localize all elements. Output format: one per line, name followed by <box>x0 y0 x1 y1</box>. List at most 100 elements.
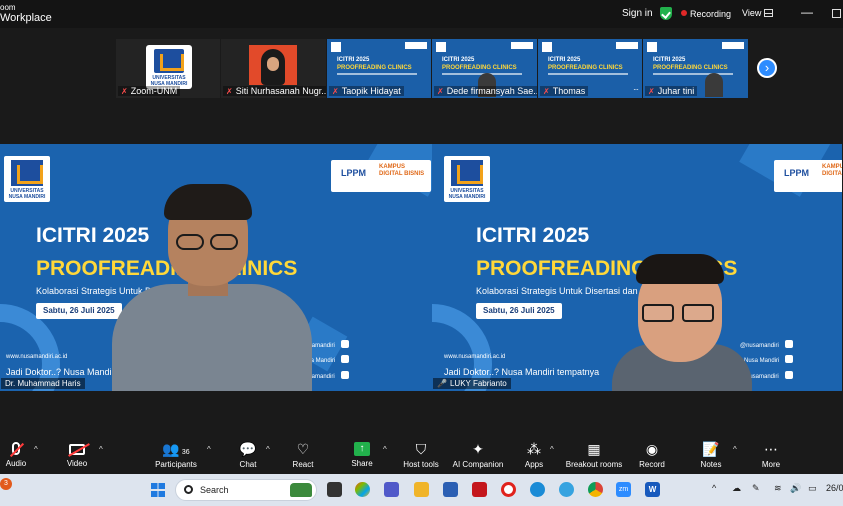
university-logo: UNIVERSITAS NUSA MANDIRI <box>4 156 50 202</box>
participant-tile[interactable]: ICITRI 2025 PROOFREADING CLINICS ✗ Thomas… <box>538 39 642 98</box>
x-icon <box>340 371 349 379</box>
participant-tile[interactable]: ✗ Siti Nurhasanah Nugr... <box>221 39 326 98</box>
participant-name: Dr. Muhammad Haris <box>1 378 85 389</box>
muted-mic-icon: ✗ <box>332 87 339 96</box>
app-name: oom Workplace <box>0 3 52 24</box>
lppm-badge: LPPM KAMPUS DIGITAL BISNIS <box>331 160 431 192</box>
participant-tile[interactable]: ICITRI 2025 PROOFREADING CLINICS ✗ Taopik… <box>327 39 431 98</box>
unm-logo-mark <box>11 160 43 186</box>
next-page-arrow-button[interactable]: › <box>757 58 777 78</box>
recording-dot-icon <box>681 10 687 16</box>
participant-tile[interactable]: ICITRI 2025 PROOFREADING CLINICS ✗ Dede f… <box>432 39 537 98</box>
search-highlight-icon <box>290 483 312 497</box>
more-options-icon[interactable]: ··· <box>633 85 639 94</box>
encryption-shield-icon[interactable] <box>660 7 672 20</box>
search-icon <box>184 485 193 494</box>
grid-view-icon <box>764 9 774 17</box>
participant-video <box>705 73 723 97</box>
zoom-app-icon[interactable]: zm <box>616 482 631 497</box>
volume-icon[interactable]: 🔊 <box>790 483 801 494</box>
slide-badge <box>616 42 638 49</box>
event-date: Sabtu, 26 Juli 2025 <box>36 303 122 319</box>
muted-mic-icon: ✗ <box>648 87 655 96</box>
participant-name: ✗ Dede firmansyah Sae... <box>434 86 537 96</box>
participant-name: ✗ Siti Nurhasanah Nugr... <box>223 86 326 96</box>
participant-tile[interactable]: UNIVERSITAS NUSA MANDIRI ✗ Zoom-UNM <box>116 39 220 98</box>
title-bar: oom Workplace Sign in Recording View — <box>0 0 843 28</box>
participant-name: ✗ Zoom-UNM <box>118 86 181 96</box>
edge-icon[interactable] <box>530 482 545 497</box>
file-explorer-icon[interactable] <box>414 482 429 497</box>
more-button[interactable]: ⋯ More <box>731 435 811 469</box>
windows-start-icon[interactable] <box>151 483 165 497</box>
university-logo: UNIVERSITAS NUSA MANDIRI <box>444 156 490 202</box>
slide-logo-icon <box>331 42 341 52</box>
taskbar-search-box[interactable]: Search <box>175 479 317 501</box>
university-logo: UNIVERSITAS NUSA MANDIRI <box>146 45 192 89</box>
speaker-video-right[interactable]: UNIVERSITAS NUSA MANDIRI LPPM KAMPUS DIG… <box>432 144 842 391</box>
participant-name: ✗ Juhar tini <box>645 86 698 96</box>
video-button[interactable]: Video <box>37 435 117 468</box>
instagram-icon <box>784 340 793 348</box>
facebook-icon <box>341 355 350 363</box>
minimize-button[interactable]: — <box>801 5 813 19</box>
opera-icon[interactable] <box>501 482 516 497</box>
video-options-caret[interactable]: ^ <box>99 445 103 454</box>
facebook-icon <box>785 355 794 363</box>
event-date: Sabtu, 26 Juli 2025 <box>476 303 562 319</box>
speaker-video-feed <box>612 254 752 391</box>
muted-mic-icon: ✗ <box>121 87 128 96</box>
clock-date[interactable]: 26/0 <box>826 483 843 493</box>
maximize-button[interactable] <box>832 9 841 18</box>
wifi-icon[interactable]: ≋ <box>774 483 782 494</box>
muted-mic-icon: ✗ <box>437 87 444 96</box>
cloud-tray-icon[interactable]: ☁ <box>732 483 741 494</box>
muted-mic-icon <box>12 442 20 455</box>
chrome-icon[interactable] <box>588 482 603 497</box>
social-x: nusamandiri <box>746 371 793 380</box>
x-icon <box>784 371 793 379</box>
sign-in-link[interactable]: Sign in <box>622 8 653 19</box>
muted-mic-icon: ✗ <box>226 87 233 96</box>
instagram-icon <box>340 340 349 348</box>
pen-tray-icon[interactable]: ✎ <box>752 483 760 494</box>
website-url: www.nusamandiri.ac.id <box>6 354 68 360</box>
store-icon[interactable] <box>443 482 458 497</box>
notification-badge[interactable]: 3 <box>0 478 12 490</box>
speaker-video-feed <box>112 184 312 391</box>
recording-indicator[interactable]: Recording <box>681 9 731 19</box>
speaker-video-left[interactable]: UNIVERSITAS NUSA MANDIRI LPPM KAMPUS DIG… <box>0 144 432 391</box>
cloud-app-icon[interactable] <box>559 482 574 497</box>
word-icon[interactable]: W <box>645 482 660 497</box>
slide-badge <box>511 42 533 49</box>
slide-logo-icon <box>647 42 657 52</box>
slide-badge <box>722 42 744 49</box>
participant-name: ✗ Taopik Hidayat <box>329 86 404 96</box>
participants-button[interactable]: 👥 36 Participants <box>136 435 216 469</box>
teams-icon[interactable] <box>384 482 399 497</box>
participant-name: 🎤 LUKY Fabrianto <box>433 378 511 389</box>
copilot-icon[interactable] <box>355 482 370 497</box>
mcafee-icon[interactable] <box>472 482 487 497</box>
mic-icon: 🎤 <box>437 379 447 388</box>
muted-mic-icon: ✗ <box>543 87 550 96</box>
website-url: www.nusamandiri.ac.id <box>444 354 506 360</box>
zoom-meeting-window: oom Workplace Sign in Recording View — U… <box>0 0 843 506</box>
tray-overflow-icon[interactable]: ^ <box>712 483 716 493</box>
slide-title: ICITRI 2025 <box>476 224 590 247</box>
slide-logo-icon <box>436 42 446 52</box>
battery-icon[interactable]: ▭ <box>808 483 817 494</box>
participants-icon: 👥 36 <box>162 441 190 457</box>
participant-avatar <box>249 45 297 85</box>
view-button[interactable]: View <box>742 8 774 18</box>
participant-tile[interactable]: ICITRI 2025 PROOFREADING CLINICS ✗ Juhar … <box>643 39 748 98</box>
slide-footer-tagline: Jadi Doktor..? Nusa Mandiri tempatnya <box>444 367 600 377</box>
lppm-badge: LPPM KAMPUS DIGITAL BISNIS <box>774 160 842 192</box>
slide-badge <box>405 42 427 49</box>
task-view-icon[interactable] <box>327 482 342 497</box>
slide-logo-icon <box>542 42 552 52</box>
unm-logo-mark <box>451 160 483 186</box>
windows-taskbar: 3 Search zm W ^ ☁ ✎ ≋ 🔊 ▭ 26/0 <box>0 474 843 506</box>
more-dots-icon: ⋯ <box>764 441 778 457</box>
video-off-icon <box>69 444 85 455</box>
